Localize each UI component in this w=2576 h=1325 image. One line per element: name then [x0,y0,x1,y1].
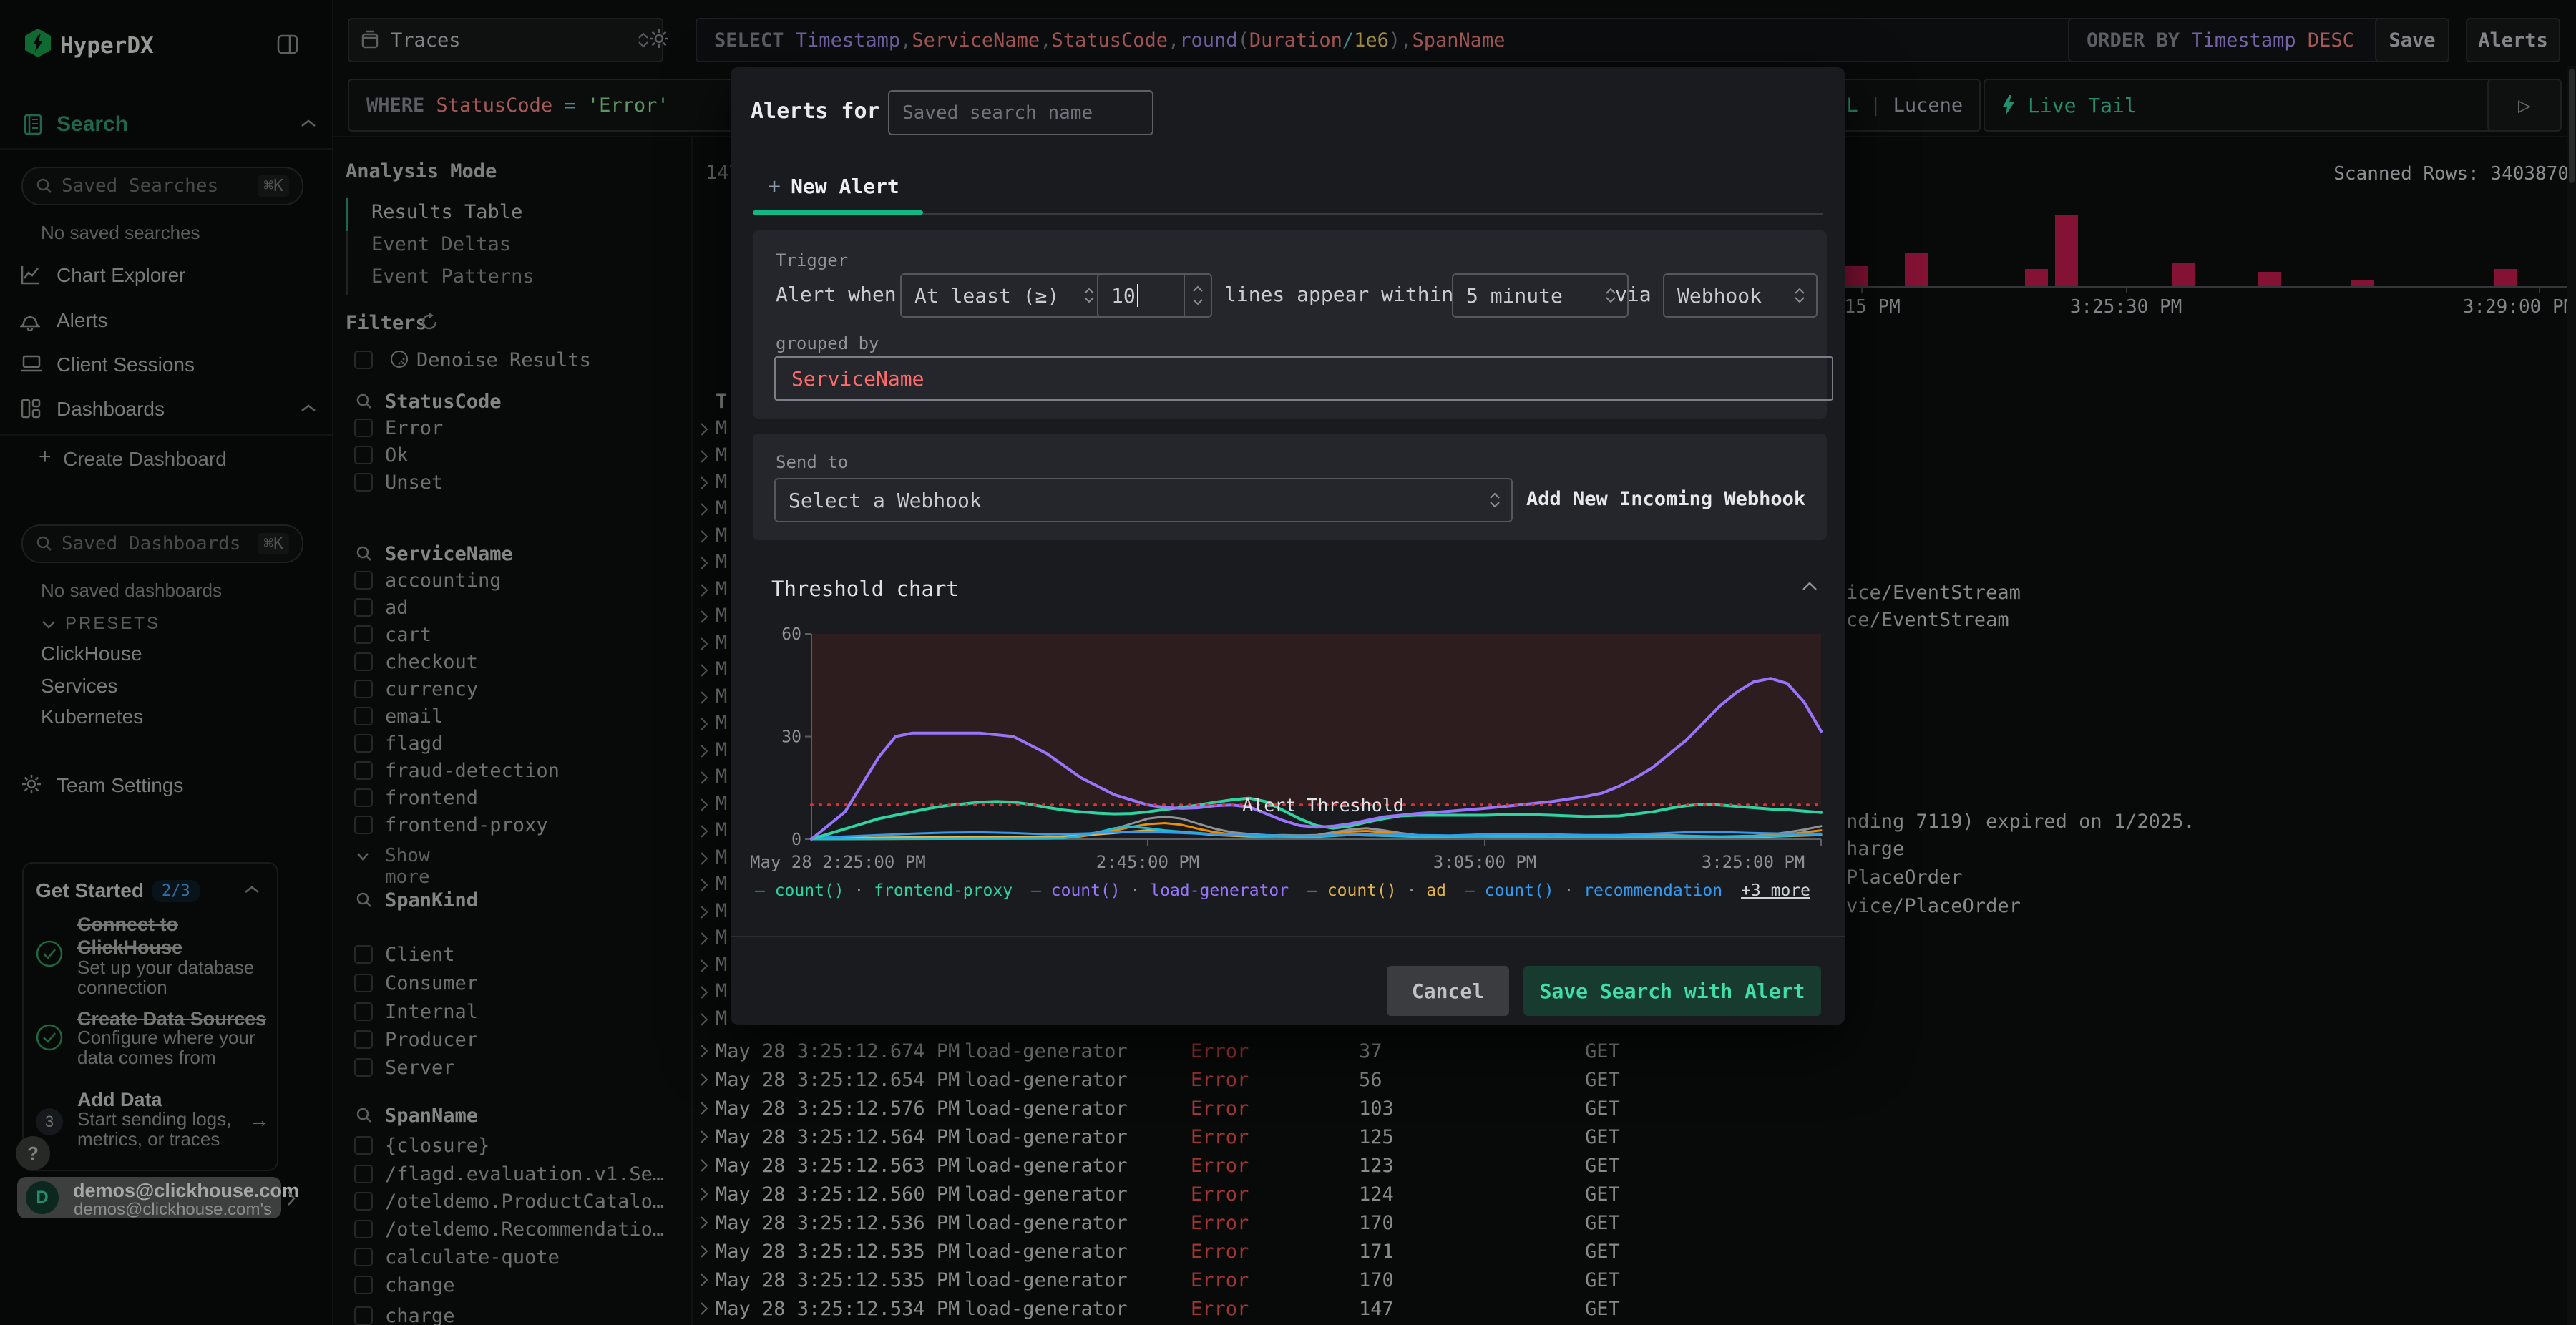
tab-label: New Alert [791,174,899,198]
svg-text:30: 30 [781,728,801,747]
webhook-select[interactable]: Select a Webhook [774,478,1513,522]
grouped-by-value: ServiceName [791,366,924,391]
svg-text:May 28 2:25:00 PM: May 28 2:25:00 PM [750,852,926,872]
svg-text:60: 60 [781,625,801,644]
saved-search-name-input[interactable]: Saved search name [888,90,1153,135]
cancel-button[interactable]: Cancel [1387,966,1509,1016]
plus-icon: + [768,173,781,199]
stepper-up-icon [1193,285,1203,292]
webhook-select-value: Select a Webhook [789,488,982,512]
alert-when-label: Alert when [776,283,897,306]
chart-legend: — count() · frontend-proxy — count() · lo… [755,881,1828,906]
alert-modal: Alerts for Saved search name + New Alert… [731,67,1845,1025]
select-chevrons-icon [1083,286,1096,305]
stepper-down-icon [1193,299,1203,305]
threshold-count-value: 10 [1111,283,1136,308]
save-search-with-alert-button[interactable]: Save Search with Alert [1523,966,1821,1016]
svg-text:0: 0 [791,831,801,849]
tab-new-alert[interactable]: + New Alert [768,172,899,200]
divider [731,936,1845,937]
channel-value: Webhook [1677,283,1762,308]
send-to-label: Send to [776,452,849,472]
send-to-card: Send to Select a Webhook Add New Incomin… [753,434,1827,540]
tab-active-indicator [753,210,923,215]
text-cursor [1136,284,1138,307]
threshold-chart-svg: 0 30 60 May 28 2:25:00 PM 2:45:00 PM 3:05:00 … [750,625,1823,872]
channel-select[interactable]: Webhook [1663,273,1818,318]
legend-item: — count() · recommendation [1465,881,1723,900]
legend-item: — count() · load-generator [1031,881,1289,900]
select-chevrons-icon [1793,286,1806,305]
save-alert-label: Save Search with Alert [1539,979,1805,1003]
saved-search-name-placeholder: Saved search name [902,102,1093,124]
collapse-chart-icon[interactable] [1800,580,1820,594]
cancel-label: Cancel [1411,979,1485,1003]
svg-text:2:45:00 PM: 2:45:00 PM [1096,852,1200,872]
grouped-by-input[interactable]: ServiceName [774,356,1833,401]
lines-within-label: lines appear within [1224,283,1454,306]
via-label: via [1615,283,1652,306]
grouped-by-label: grouped by [776,333,879,353]
legend-item: — count() · frontend-proxy [755,881,1013,900]
window-value: 5 minute [1466,283,1563,308]
legend-show-more[interactable]: +3 more [1741,881,1810,900]
legend-item: — count() · ad [1307,881,1447,900]
trigger-card: Trigger Alert when At least (≥) 10 lines… [753,230,1833,419]
number-stepper[interactable] [1184,275,1211,316]
svg-text:3:25:00 PM: 3:25:00 PM [1702,852,1805,872]
app-root: HyperDX Search Saved Searches ⌘K No save… [0,0,2576,1325]
condition-select[interactable]: At least (≥) [900,273,1107,318]
threshold-chart: 0 30 60 May 28 2:25:00 PM 2:45:00 PM 3:05:00 … [731,611,1845,897]
svg-text:Alert Threshold: Alert Threshold [1242,795,1404,816]
svg-text:3:05:00 PM: 3:05:00 PM [1433,852,1537,872]
select-chevrons-icon [1488,491,1501,509]
condition-value: At least (≥) [914,283,1060,308]
threshold-chart-title: Threshold chart [771,577,959,601]
threshold-count-input[interactable]: 10 [1097,273,1212,318]
window-select[interactable]: 5 minute [1452,273,1629,318]
modal-title: Alerts for [751,99,880,124]
trigger-label: Trigger [776,250,849,270]
add-webhook-button[interactable]: Add New Incoming Webhook [1526,488,1805,510]
